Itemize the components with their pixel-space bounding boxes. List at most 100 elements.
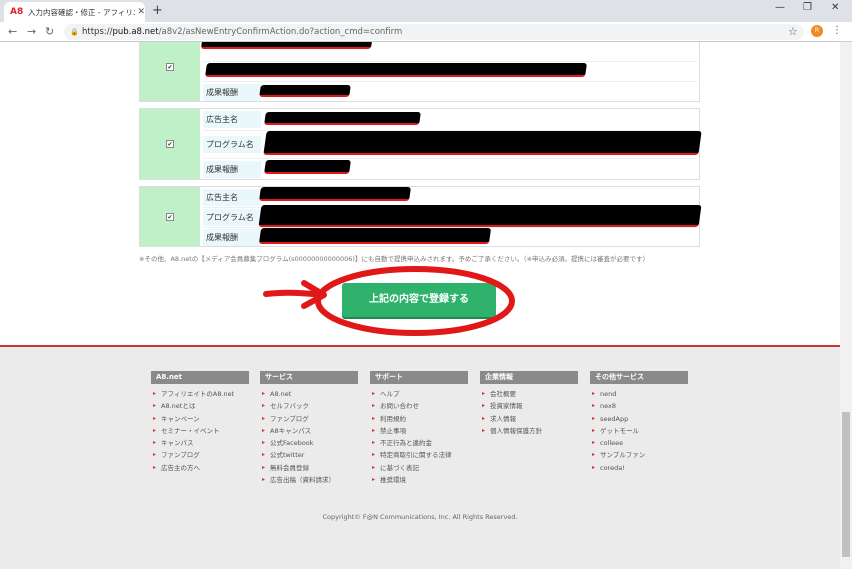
window-close-icon[interactable]: ✕ bbox=[831, 2, 839, 13]
footer-column-title: その他サービス bbox=[590, 371, 688, 384]
footer-link[interactable]: 特定商取引に関する法律 bbox=[370, 449, 468, 462]
url-field[interactable]: 🔒 https://pub.a8.net/a8v2/asNewEntryConfi… bbox=[64, 24, 804, 40]
program-name-label: プログラム名 bbox=[203, 136, 261, 153]
back-icon[interactable]: ← bbox=[8, 25, 17, 38]
reload-icon[interactable]: ↻ bbox=[45, 25, 54, 38]
footer-link[interactable]: セミナー・イベント bbox=[151, 425, 249, 438]
restore-icon[interactable]: ❐ bbox=[803, 2, 812, 13]
footer-link[interactable]: 不正行為と違約金 bbox=[370, 437, 468, 450]
footer-link[interactable]: nend bbox=[590, 388, 688, 401]
footer-link[interactable]: セルフバック bbox=[260, 400, 358, 413]
footer-link[interactable]: アフィリエイトのA8.net bbox=[151, 388, 249, 401]
footer-link[interactable]: 会社概要 bbox=[480, 388, 578, 401]
footer-link[interactable]: nex8 bbox=[590, 400, 688, 413]
footer-link[interactable]: A8.net bbox=[260, 388, 358, 401]
redaction-scribble bbox=[259, 187, 411, 201]
footer-column-title: 企業情報 bbox=[480, 371, 578, 384]
row-divider bbox=[203, 158, 697, 159]
footer-link[interactable]: 利用規約 bbox=[370, 413, 468, 426]
footer-column-title: A8.net bbox=[151, 371, 249, 384]
footer-link[interactable]: 広告出稿（資料請求） bbox=[260, 474, 358, 487]
star-icon[interactable]: ☆ bbox=[788, 25, 798, 38]
footer-link[interactable]: 推奨環境 bbox=[370, 474, 468, 487]
program-entry: ✔ 成果報酬 bbox=[139, 42, 700, 102]
submit-registration-button[interactable]: 上記の内容で登録する bbox=[342, 283, 496, 317]
footer-link-continuation[interactable]: に基づく表記 bbox=[370, 462, 468, 475]
scrollbar-thumb[interactable] bbox=[842, 412, 850, 557]
annotation-arrow-shaft bbox=[263, 289, 325, 298]
forward-icon[interactable]: → bbox=[27, 25, 36, 38]
footer-column-support: サポート ヘルプ お問い合わせ 利用規約 禁止事項 不正行為と違約金 特定商取引… bbox=[370, 371, 468, 487]
entry-checkbox[interactable]: ✔ bbox=[166, 140, 174, 148]
annotation-arrow-head bbox=[301, 280, 327, 309]
footer-column-title: サービス bbox=[260, 371, 358, 384]
redaction-scribble bbox=[263, 131, 702, 155]
footer-link[interactable]: 公式twitter bbox=[260, 449, 358, 462]
avatar[interactable]: R bbox=[811, 25, 823, 37]
program-name-label: プログラム名 bbox=[203, 209, 261, 226]
footer-link[interactable]: ファンブログ bbox=[151, 449, 249, 462]
footer-link[interactable]: サンプルファン bbox=[590, 449, 688, 462]
entry-check-cell: ✔ bbox=[140, 109, 200, 179]
footer-link[interactable]: キャンペーン bbox=[151, 413, 249, 426]
minimize-icon[interactable]: — bbox=[775, 2, 785, 13]
redaction-scribble bbox=[200, 42, 374, 49]
entry-check-cell: ✔ bbox=[140, 42, 200, 101]
footer-link[interactable]: colleee bbox=[590, 437, 688, 450]
tab-title: 入力内容確認・修正 - アフィリエイト bbox=[28, 7, 135, 17]
copyright-text: Copyright© F@N Communications, Inc. All … bbox=[322, 513, 518, 521]
footer-link[interactable]: 禁止事項 bbox=[370, 425, 468, 438]
redaction-scribble bbox=[258, 228, 492, 244]
footer-link-list: A8.net セルフバック ファンブログ A8キャンパス 公式Facebook … bbox=[260, 388, 358, 487]
url-scheme: https:// bbox=[82, 27, 113, 37]
advertiser-label: 広告主名 bbox=[203, 111, 261, 128]
entry-checkbox[interactable]: ✔ bbox=[166, 212, 174, 221]
footer-link-list: nend nex8 seedApp ゲットモール colleee サンプルファン… bbox=[590, 388, 688, 474]
entry-checkbox[interactable]: ✔ bbox=[166, 63, 174, 71]
url-host: pub.a8.net bbox=[112, 27, 159, 37]
redaction-scribble bbox=[259, 85, 351, 97]
footer-link[interactable]: 求人情報 bbox=[480, 413, 578, 426]
redaction-scribble bbox=[258, 205, 702, 227]
footer-link[interactable]: キャンパス bbox=[151, 437, 249, 450]
footer-link[interactable]: ゲットモール bbox=[590, 425, 688, 438]
url-path: /a8v2/asNewEntryConfirmAction.do?action_… bbox=[158, 27, 403, 37]
footer-link[interactable]: coreda! bbox=[590, 462, 688, 475]
browser-tab-strip: A8 入力内容確認・修正 - アフィリエイト ✕ + — ❐ ✕ bbox=[0, 0, 852, 22]
footer-link[interactable]: 広告主の方へ bbox=[151, 462, 249, 475]
footer-link[interactable]: 公式Facebook bbox=[260, 437, 358, 450]
kebab-menu-icon[interactable]: ⋮ bbox=[832, 25, 842, 36]
address-bar: ← → ↻ 🔒 https://pub.a8.net/a8v2/asNewEntr… bbox=[0, 22, 852, 42]
redaction-scribble bbox=[264, 160, 351, 174]
program-entry: ✔ 広告主名 プログラム名 成果報酬 bbox=[139, 186, 702, 247]
footer-column-other-services: その他サービス nend nex8 seedApp ゲットモール colleee… bbox=[590, 371, 688, 474]
footer-link-list: 会社概要 投資家情報 求人情報 個人情報保護方針 bbox=[480, 388, 578, 437]
footer-link[interactable]: ヘルプ bbox=[370, 388, 468, 401]
footer-column-company: 企業情報 会社概要 投資家情報 求人情報 個人情報保護方針 bbox=[480, 371, 578, 437]
a8-favicon-icon: A8 bbox=[10, 7, 24, 17]
footer-link-list: ヘルプ お問い合わせ 利用規約 禁止事項 不正行為と違約金 特定商取引に関する法… bbox=[370, 388, 468, 487]
footer-link-list: アフィリエイトのA8.net A8.netとは キャンペーン セミナー・イベント… bbox=[151, 388, 249, 474]
footer-link[interactable]: seedApp bbox=[590, 413, 688, 426]
reward-label: 成果報酬 bbox=[203, 229, 261, 246]
row-divider bbox=[203, 61, 697, 62]
browser-tab[interactable]: A8 入力内容確認・修正 - アフィリエイト ✕ bbox=[4, 2, 145, 22]
redaction-scribble bbox=[205, 63, 587, 77]
row-divider bbox=[203, 81, 697, 82]
footer-link[interactable]: 個人情報保護方針 bbox=[480, 425, 578, 438]
lock-icon: 🔒 bbox=[70, 28, 79, 36]
reward-label: 成果報酬 bbox=[203, 161, 261, 178]
page-viewport: ✔ 成果報酬 ✔ 広告主名 プログラム名 成果報酬 ✔ 広告主名 プログラム名 … bbox=[0, 42, 852, 569]
footer-column-a8net: A8.net アフィリエイトのA8.net A8.netとは キャンペーン セミ… bbox=[151, 371, 249, 474]
new-tab-button[interactable]: + bbox=[152, 3, 163, 18]
close-tab-icon[interactable]: ✕ bbox=[137, 7, 145, 17]
footer-link[interactable]: お問い合わせ bbox=[370, 400, 468, 413]
redaction-scribble bbox=[264, 112, 421, 125]
page-scrollbar[interactable] bbox=[840, 42, 852, 569]
footer-link[interactable]: A8キャンパス bbox=[260, 425, 358, 438]
footer-link[interactable]: 投資家情報 bbox=[480, 400, 578, 413]
footer-link[interactable]: ファンブログ bbox=[260, 413, 358, 426]
program-entry: ✔ 広告主名 プログラム名 成果報酬 bbox=[139, 108, 702, 180]
footer-link[interactable]: A8.netとは bbox=[151, 400, 249, 413]
footer-link[interactable]: 無料会員登録 bbox=[260, 462, 358, 475]
